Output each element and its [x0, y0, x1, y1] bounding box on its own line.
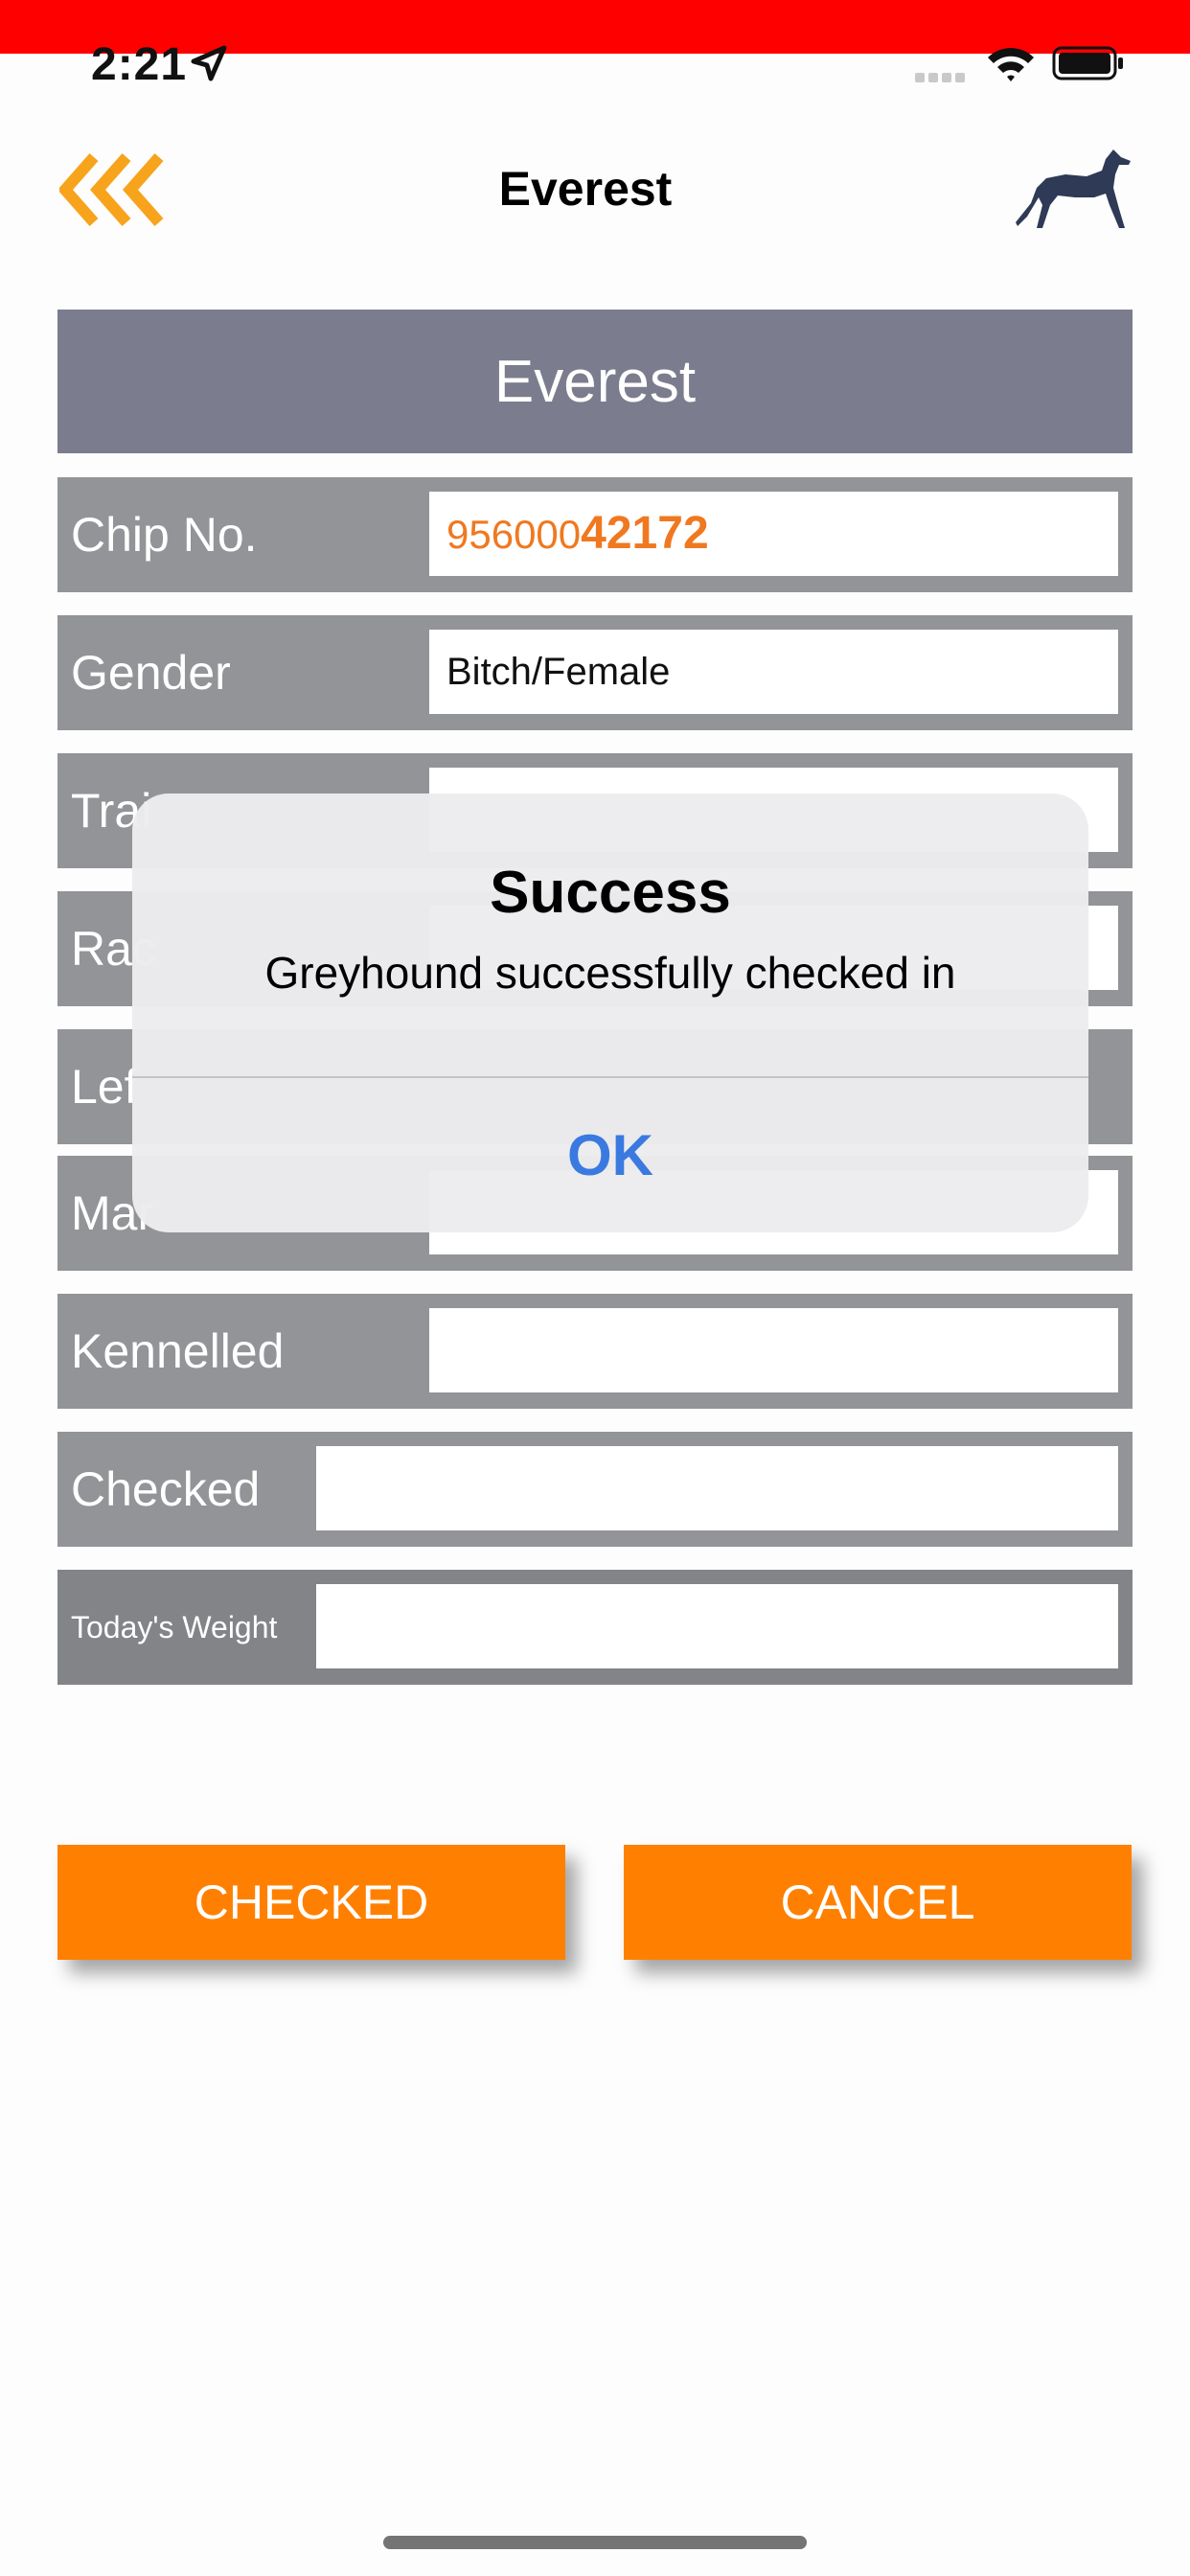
alert-backdrop: [0, 0, 1190, 2576]
alert-message: Greyhound successfully checked in: [264, 948, 956, 998]
alert-title: Success: [490, 860, 731, 926]
success-alert: Success Greyhound successfully checked i…: [132, 794, 1088, 1232]
alert-ok-button[interactable]: OK: [132, 1078, 1088, 1232]
